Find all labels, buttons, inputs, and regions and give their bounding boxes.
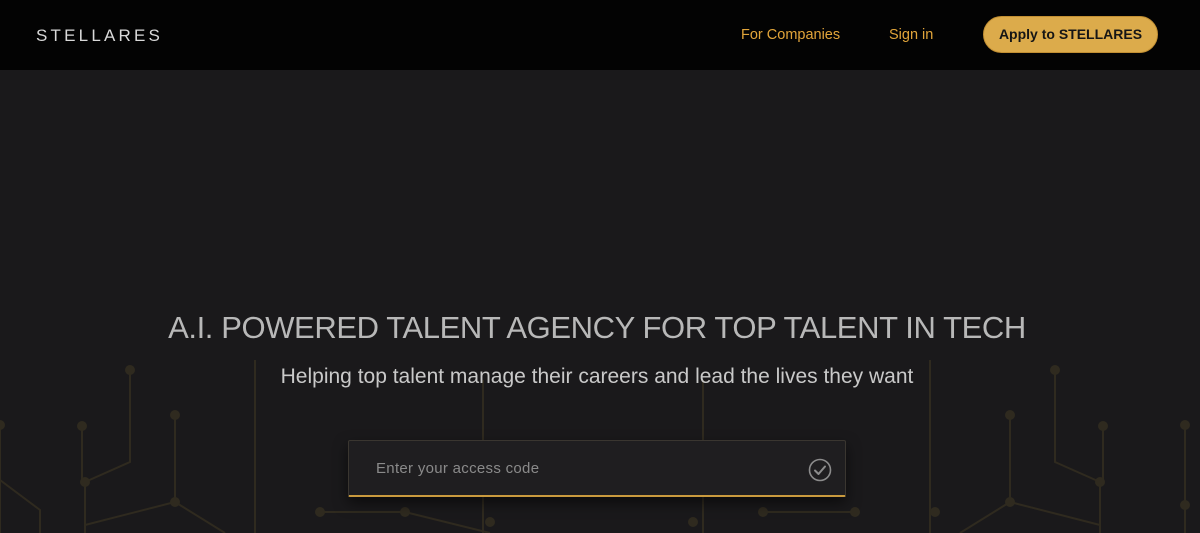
apply-button[interactable]: Apply to STELLARES [983, 16, 1158, 53]
page: STELLARES For Companies Sign in Apply to… [0, 0, 1200, 533]
hero-subtitle: Helping top talent manage their careers … [280, 365, 914, 388]
submit-access-code-button[interactable] [808, 458, 832, 482]
nav-sign-in-link[interactable]: Sign in [889, 24, 933, 46]
logo[interactable]: STELLARES [36, 25, 163, 47]
hero-title: A.I. POWERED TALENT AGENCY FOR TOP TALEN… [168, 310, 1026, 345]
access-code-input[interactable] [349, 441, 789, 496]
nav-for-companies-link[interactable]: For Companies [741, 24, 840, 46]
top-navbar: STELLARES For Companies Sign in Apply to… [0, 0, 1200, 70]
access-code-form [348, 440, 846, 497]
check-circle-icon [808, 458, 832, 482]
